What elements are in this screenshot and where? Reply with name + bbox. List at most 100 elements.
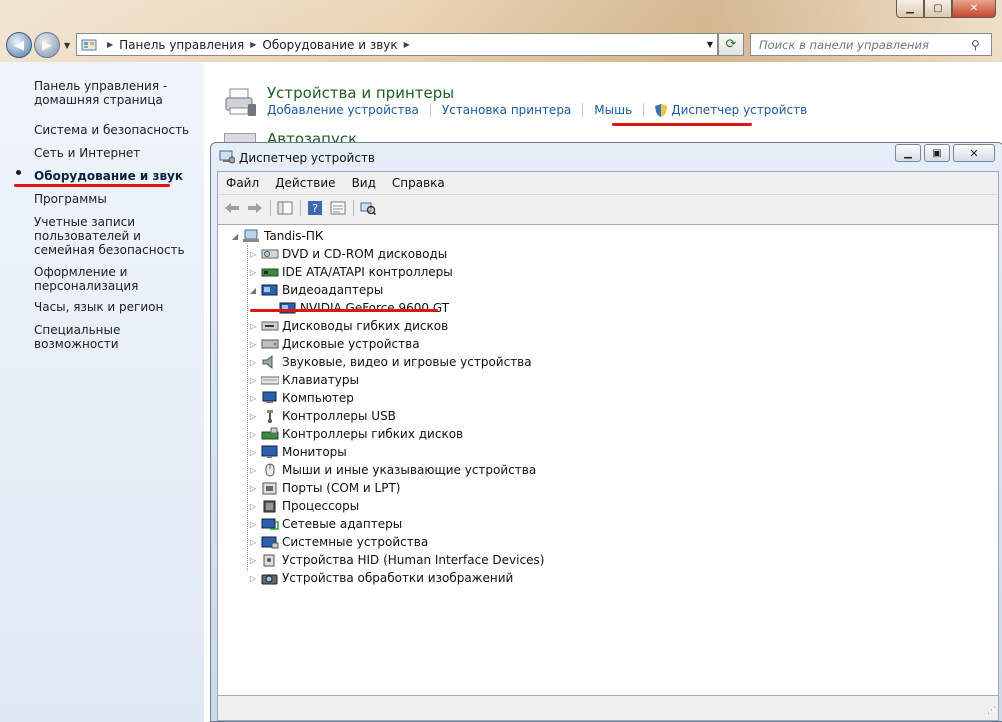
device-label: Мыши и иные указывающие устройства — [282, 463, 537, 477]
expand-arrow-icon[interactable]: ▷ — [248, 556, 258, 565]
recent-pages-chevron-icon[interactable]: ▼ — [64, 41, 72, 50]
nav-link-hardware-sound[interactable]: Оборудование и звук — [34, 169, 199, 183]
device-category-row[interactable]: ▷ Компьютер — [248, 389, 354, 407]
gpu-icon — [279, 302, 296, 314]
dm-maximize-button[interactable]: ▣ — [924, 144, 950, 162]
expand-arrow-icon[interactable]: ▷ — [248, 322, 258, 331]
device-category-row[interactable]: ▷ Дисковые устройства — [248, 335, 420, 353]
computer-icon — [262, 391, 277, 403]
device-category-row[interactable]: ▷ Звуковые, видео и игровые устройства — [248, 353, 532, 371]
device-category-row[interactable]: ▷ DVD и CD-ROM дисководы — [248, 245, 447, 263]
device-category-row[interactable]: ▷ Порты (COM и LPT) — [248, 479, 401, 497]
expand-arrow-icon[interactable]: ▷ — [248, 268, 258, 277]
menu-bar: Файл Действие Вид Справка — [218, 172, 998, 195]
system-device-icon — [261, 536, 279, 549]
status-bar: ⋰ — [218, 696, 998, 718]
expand-arrow-icon[interactable]: ▷ — [248, 502, 258, 511]
breadcrumb-item-hardware-sound[interactable]: Оборудование и звук — [262, 38, 397, 52]
expand-arrow-icon[interactable]: ▷ — [248, 358, 258, 367]
search-icon[interactable]: ⚲ — [971, 38, 980, 52]
device-manager-link[interactable]: Диспетчер устройств — [671, 103, 807, 117]
mouse-link[interactable]: Мышь — [594, 103, 632, 117]
menu-view[interactable]: Вид — [344, 176, 384, 190]
expand-arrow-icon[interactable]: ▷ — [248, 484, 258, 493]
nav-link-home[interactable]: Панель управления - домашняя страница — [34, 79, 199, 107]
keyboard-icon — [261, 376, 279, 385]
device-category-row[interactable]: ▷ Контроллеры USB — [248, 407, 396, 425]
help-icon[interactable]: ? — [306, 200, 324, 216]
device-category-row[interactable]: ▷ Контроллеры гибких дисков — [248, 425, 463, 443]
properties-icon[interactable] — [329, 200, 347, 216]
refresh-button[interactable]: ⟳ — [718, 33, 744, 56]
minimize-button[interactable]: ▁ — [896, 0, 924, 18]
expand-arrow-icon[interactable]: ▷ — [248, 412, 258, 421]
floppy-drive-icon — [261, 321, 279, 331]
nav-link-network-internet[interactable]: Сеть и Интернет — [34, 146, 199, 160]
device-category-row[interactable]: ▷ Мыши и иные указывающие устройства — [248, 461, 536, 479]
resize-grip-icon[interactable]: ⋰ — [987, 706, 996, 716]
category-title-devices-printers[interactable]: Устройства и принтеры — [267, 84, 454, 102]
device-category-row[interactable]: ▷ IDE ATA/ATAPI контроллеры — [248, 263, 453, 281]
device-label: Клавиатуры — [282, 373, 359, 387]
nav-link-appearance[interactable]: Оформление и персонализация — [34, 265, 199, 293]
back-arrow-icon[interactable] — [223, 200, 241, 216]
add-device-link[interactable]: Добавление устройства — [267, 103, 419, 117]
scan-hardware-icon[interactable] — [359, 200, 377, 216]
device-category-row[interactable]: ▷ Сетевые адаптеры — [248, 515, 402, 533]
expand-arrow-icon[interactable]: ▷ — [248, 466, 258, 475]
forward-button[interactable]: ▶ — [34, 32, 60, 58]
device-category-row[interactable]: ▷ Мониторы — [248, 443, 347, 461]
device-label: Контроллеры гибких дисков — [282, 427, 464, 441]
address-bar[interactable]: ▶ Панель управления ▶ Оборудование и зву… — [76, 33, 718, 56]
install-printer-link[interactable]: Установка принтера — [442, 103, 571, 117]
navigation-buttons: ◀ ▶ ▼ — [6, 32, 72, 58]
display-adapter-icon — [261, 284, 278, 296]
menu-file[interactable]: Файл — [218, 176, 267, 190]
search-input[interactable] — [757, 36, 971, 53]
expand-arrow-icon[interactable]: ▷ — [248, 376, 258, 385]
expand-arrow-icon[interactable]: ▷ — [248, 538, 258, 547]
menu-action[interactable]: Действие — [267, 176, 343, 190]
expand-arrow-icon[interactable]: ▷ — [248, 520, 258, 529]
dm-close-button[interactable]: ✕ — [953, 144, 995, 162]
expand-arrow-icon[interactable]: ▷ — [248, 448, 258, 457]
device-tree: ◢ Tandis-ПК ▷ DVD и CD-ROM дисководы ▷ IDE … — [218, 224, 998, 696]
disk-drive-icon — [261, 339, 279, 349]
ide-controller-icon — [261, 268, 279, 277]
maximize-button[interactable]: ▢ — [924, 0, 952, 18]
device-category-row[interactable]: ▷ Устройства HID (Human Interface Devices… — [248, 551, 544, 569]
device-category-row[interactable]: ◢ Видеоадаптеры — [248, 281, 383, 299]
nav-link-system-security[interactable]: Система и безопасность — [34, 123, 199, 137]
device-category-row[interactable]: ▷ Системные устройства — [248, 533, 428, 551]
dm-minimize-button[interactable]: ▁ — [895, 144, 921, 162]
search-box[interactable]: ⚲ — [750, 33, 992, 56]
forward-arrow-icon[interactable] — [246, 200, 264, 216]
device-category-row[interactable]: ▷ Процессоры — [248, 497, 359, 515]
nav-link-accessibility[interactable]: Специальные возможности — [34, 323, 199, 351]
nav-link-user-accounts[interactable]: Учетные записи пользователей и семейная … — [34, 215, 199, 257]
root-label: Tandis-ПК — [264, 229, 324, 243]
expand-arrow-icon[interactable]: ▷ — [248, 250, 258, 259]
device-category-row[interactable]: ▷ Клавиатуры — [248, 371, 359, 389]
device-label: Компьютер — [282, 391, 354, 405]
close-button[interactable]: ✕ — [952, 0, 996, 18]
nav-link-clock-language[interactable]: Часы, язык и регион — [34, 300, 199, 314]
collapse-arrow-icon[interactable]: ◢ — [230, 232, 240, 241]
device-category-row[interactable]: ▷ Дисководы гибких дисков — [248, 317, 448, 335]
breadcrumb-item-control-panel[interactable]: Панель управления — [119, 38, 244, 52]
nav-link-programs[interactable]: Программы — [34, 192, 199, 206]
expand-arrow-icon[interactable]: ▷ — [248, 340, 258, 349]
menu-help[interactable]: Справка — [384, 176, 453, 190]
expand-arrow-icon[interactable]: ▷ — [248, 430, 258, 439]
device-row[interactable]: NVIDIA GeForce 9600 GT — [266, 299, 449, 317]
back-button[interactable]: ◀ — [6, 32, 32, 58]
window-controls: ▁ ▢ ✕ — [896, 0, 996, 18]
tree-root[interactable]: ◢ Tandis-ПК — [230, 227, 323, 245]
expand-arrow-icon[interactable]: ▷ — [248, 394, 258, 403]
show-hide-console-tree-icon[interactable] — [276, 200, 294, 216]
expand-arrow-icon[interactable]: ▷ — [248, 574, 258, 583]
collapse-arrow-icon[interactable]: ◢ — [248, 286, 258, 295]
address-dropdown-icon[interactable]: ▼ — [707, 40, 713, 49]
device-category-row[interactable]: ▷ Устройства обработки изображений — [248, 569, 513, 587]
monitor-icon — [261, 445, 278, 458]
